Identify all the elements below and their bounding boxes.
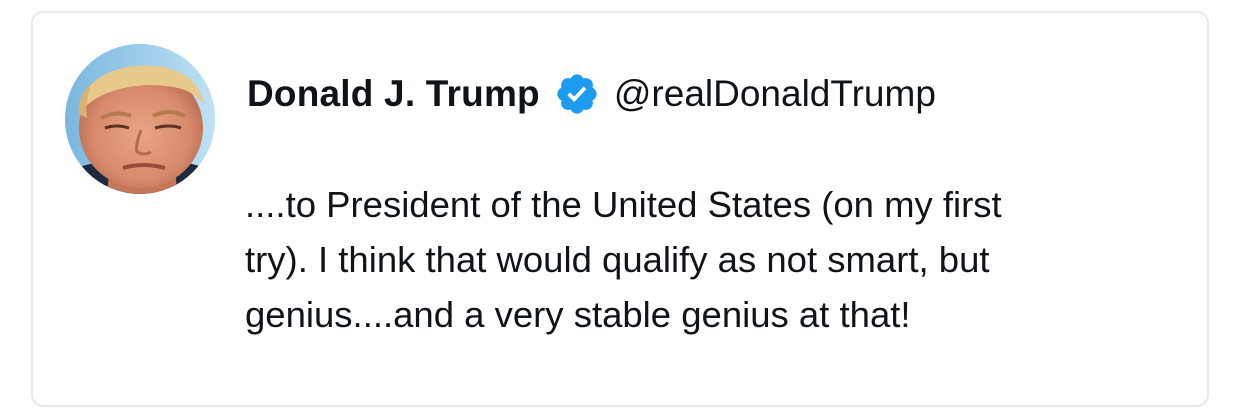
tweet-header: Donald J. Trump @realDonaldTrump (247, 69, 936, 119)
avatar[interactable] (65, 44, 215, 194)
tweet-text-line: try). I think that would qualify as not … (245, 239, 990, 280)
tweet-card[interactable]: Donald J. Trump @realDonaldTrump ....to … (31, 11, 1209, 407)
tweet-text-line: genius....and a very stable genius at th… (245, 294, 911, 335)
display-name[interactable]: Donald J. Trump (247, 73, 540, 115)
verified-badge-icon (554, 71, 600, 117)
tweet-text-line: ....to President of the United States (o… (245, 184, 1002, 225)
user-handle[interactable]: @realDonaldTrump (614, 73, 936, 115)
avatar-photo (65, 44, 215, 194)
tweet-text: ....to President of the United States (o… (245, 177, 1185, 342)
